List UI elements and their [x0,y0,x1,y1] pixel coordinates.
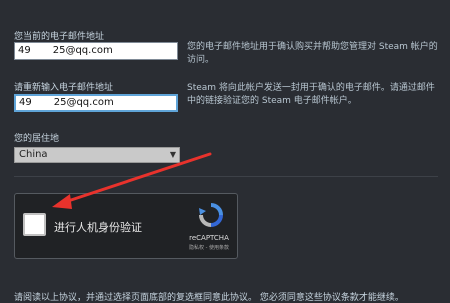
annotation-arrow-icon [52,152,212,209]
footer-text: 请阅读以上协议，并通过选择页面底部的复选框同意此协议。 您必须同意这些协议条款才… [14,293,404,303]
